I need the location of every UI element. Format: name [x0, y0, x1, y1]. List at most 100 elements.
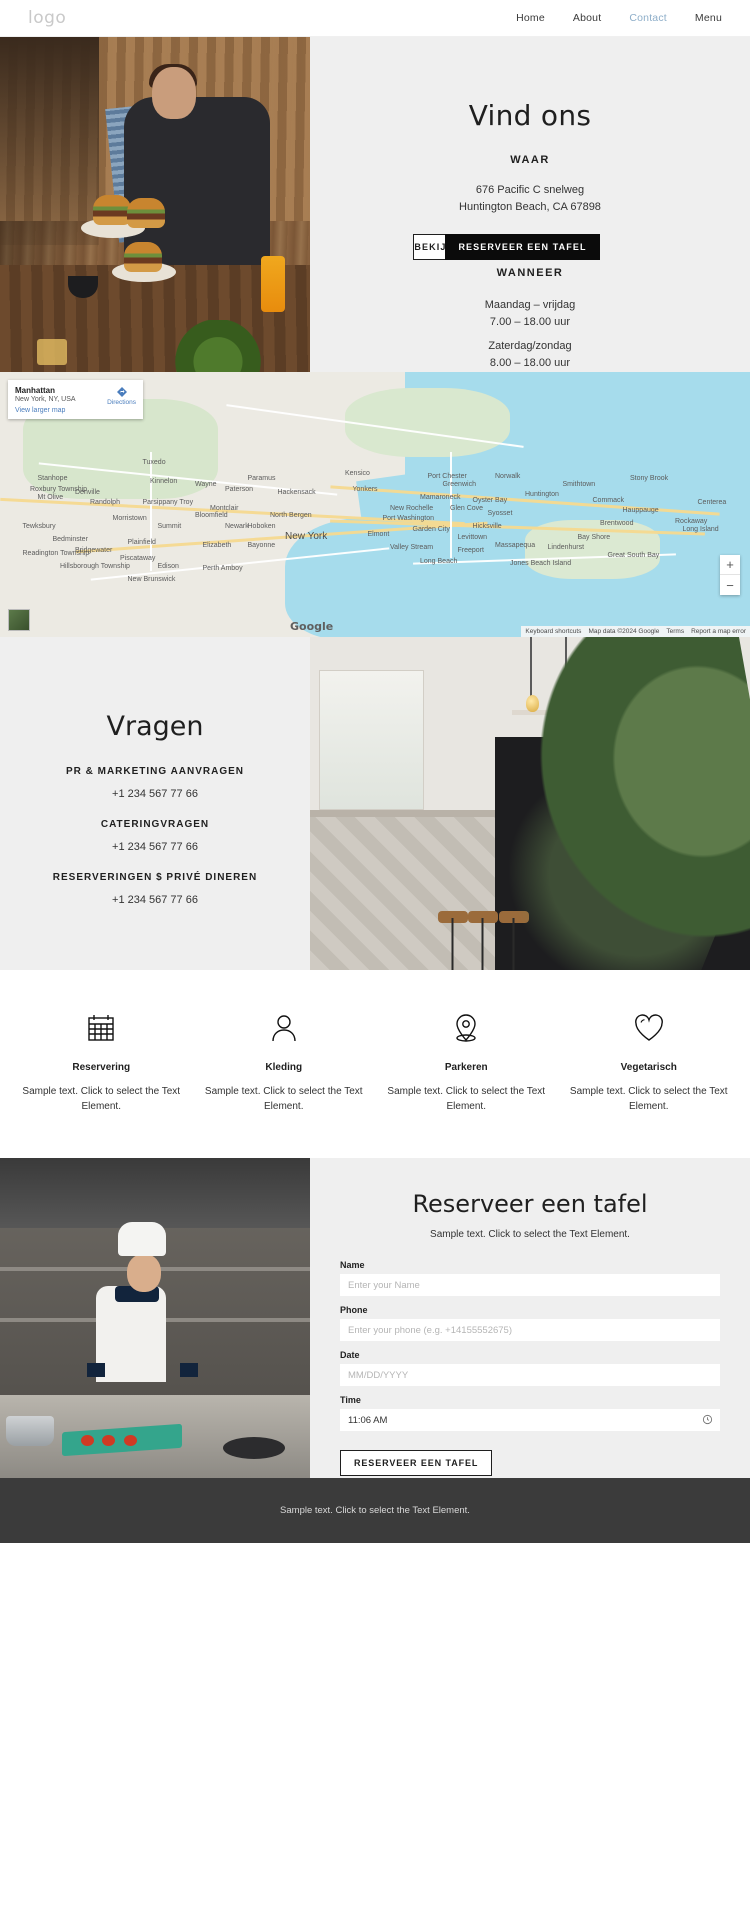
map-place-label: Newark — [225, 523, 249, 531]
map-place-label: Plainfield — [127, 538, 156, 546]
map-place-label: North Bergen — [270, 512, 312, 520]
date-input[interactable] — [340, 1364, 720, 1386]
nav-item-home[interactable]: Home — [516, 12, 545, 24]
report-error-link[interactable]: Report a map error — [691, 628, 746, 635]
view-larger-map-link[interactable]: View larger map — [15, 407, 76, 414]
features-section: Reservering Sample text. Click to select… — [0, 970, 750, 1158]
feature-kleding: Kleding Sample text. Click to select the… — [193, 1006, 376, 1114]
map-place-label: Garden City — [412, 525, 450, 533]
phone-input[interactable] — [340, 1319, 720, 1341]
address-line-2: Huntington Beach, CA 67898 — [459, 201, 601, 213]
map-place-label: Paramus — [247, 475, 276, 483]
map-place-label: Wayne — [195, 480, 217, 488]
map-place-label: Smithtown — [562, 480, 596, 488]
question-label-reservations: RESERVERINGEN $ PRIVÉ DINEREN — [52, 872, 258, 883]
map-place-label: Kinnelon — [150, 478, 178, 485]
when-label: WANNEER — [496, 266, 564, 279]
map-place-label: Montclair — [210, 504, 239, 512]
where-label: WAAR — [510, 154, 550, 166]
map-place-label: Yonkers — [352, 485, 378, 493]
question-phone-pr[interactable]: +1 234 567 77 66 — [112, 788, 198, 800]
directions-button[interactable]: Directions — [107, 386, 136, 414]
map-place-label: Perth Amboy — [202, 565, 243, 573]
location-map[interactable]: Yonkers New Rochelle Huntington Commack Haup… — [0, 372, 750, 637]
map-zoom-out-button[interactable]: − — [720, 575, 740, 595]
directions-icon — [116, 387, 127, 397]
map-place-label: Bloomfield — [195, 512, 228, 520]
terms-link[interactable]: Terms — [666, 628, 684, 635]
find-us-info: Vind ons WAAR 676 Pacific C snelweg Hunt… — [310, 37, 750, 372]
map-place-label: Summit — [157, 523, 182, 531]
nav-item-menu[interactable]: Menu — [695, 12, 722, 24]
hours-weekday-days: Maandag – vrijdag — [484, 298, 576, 311]
reserve-table-button[interactable]: RESERVEER EEN TAFEL — [445, 234, 600, 260]
reservation-form: Reserveer een tafel Sample text. Click t… — [310, 1158, 750, 1478]
map-place-label: Great South Bay — [607, 552, 660, 560]
question-phone-catering[interactable]: +1 234 567 77 66 — [112, 841, 198, 853]
main-navigation: Home About Contact Menu — [516, 12, 722, 24]
map-location-card[interactable]: Manhattan New York, NY, USA View larger … — [8, 380, 143, 419]
map-place-label: Oyster Bay — [472, 496, 508, 504]
map-place-label: Paterson — [225, 485, 254, 493]
map-place-label: Valley Stream — [390, 544, 434, 552]
map-place-label: Port Chester — [427, 472, 467, 480]
map-place-label: Brentwood — [600, 520, 634, 528]
feature-title: Parkeren — [444, 1062, 488, 1073]
feature-title: Kleding — [265, 1062, 303, 1073]
keyboard-shortcuts-link[interactable]: Keyboard shortcuts — [525, 628, 581, 635]
question-phone-reservations[interactable]: +1 234 567 77 66 — [112, 894, 198, 906]
reservation-title: Reserveer een tafel — [412, 1190, 648, 1218]
map-place-label: Hoboken — [247, 523, 276, 531]
address-line-1: 676 Pacific C snelweg — [475, 184, 585, 196]
footer-text: Sample text. Click to select the Text El… — [280, 1505, 470, 1516]
map-place-label: Hauppauge — [622, 507, 659, 515]
question-label-pr: PR & MARKETING AANVRAGEN — [65, 766, 245, 777]
map-place-label: Syosset — [487, 509, 513, 517]
feature-title: Vegetarisch — [620, 1062, 677, 1073]
chef-photo — [0, 1158, 310, 1478]
map-place-label: Commack — [592, 496, 625, 504]
map-place-label: Levittown — [457, 533, 488, 541]
map-place-label: Massapequa — [495, 541, 536, 549]
map-place-label: Randolph — [90, 499, 120, 507]
map-zoom-in-button[interactable]: + — [720, 555, 740, 575]
map-place-label: Jones Beach Island — [510, 560, 572, 568]
hours-weekday: Maandag – vrijdag 7.00 – 18.00 uur — [485, 297, 576, 331]
map-zoom-controls[interactable]: + − — [720, 555, 740, 595]
map-place-label: Huntington — [525, 491, 559, 499]
map-place-label: Morristown — [112, 515, 147, 523]
field-time: Time — [340, 1395, 720, 1431]
site-logo[interactable]: logo — [28, 8, 66, 28]
map-place-label: Mamaroneck — [420, 493, 461, 501]
feature-parkeren: Parkeren Sample text. Click to select th… — [375, 1006, 558, 1114]
hours-weekend-days: Zaterdag/zondag — [488, 340, 572, 352]
hours-weekday-time: 7.00 – 18.00 uur — [489, 315, 571, 328]
map-place-label: Rockaway — [675, 517, 708, 525]
map-place-label: Long Beach — [420, 557, 458, 565]
map-place-label: Kensico — [345, 470, 370, 478]
map-street-view-thumb[interactable] — [8, 609, 30, 631]
reservation-section: Reserveer een tafel Sample text. Click t… — [0, 1158, 750, 1478]
name-input[interactable] — [340, 1274, 720, 1296]
submit-reservation-button[interactable]: RESERVEER EEN TAFEL — [340, 1450, 493, 1476]
questions-info: Vragen PR & MARKETING AANVRAGEN +1 234 5… — [0, 637, 310, 970]
calendar-icon — [85, 1006, 117, 1050]
map-place-label: Glen Cove — [450, 504, 484, 512]
field-phone: Phone — [340, 1305, 720, 1341]
map-place-label: Bay Shore — [577, 533, 611, 541]
map-place-label: Readington Township — [22, 549, 90, 557]
map-place-label: Bedminster — [52, 536, 88, 544]
time-input[interactable] — [340, 1409, 720, 1431]
nav-item-about[interactable]: About — [573, 12, 601, 24]
site-footer: Sample text. Click to select the Text El… — [0, 1478, 750, 1543]
feature-reservering: Reservering Sample text. Click to select… — [10, 1006, 193, 1114]
map-card-title: Manhattan — [15, 386, 55, 395]
map-place-label: Port Washington — [382, 515, 435, 523]
map-place-label: Bayonne — [247, 541, 276, 549]
map-place-label: New Rochelle — [390, 504, 434, 512]
field-date: Date — [340, 1350, 720, 1386]
nav-item-contact[interactable]: Contact — [629, 12, 667, 24]
cafe-interior-photo — [310, 637, 750, 970]
map-place-label: Tuxedo — [142, 459, 166, 467]
map-place-label: Mt Olive — [37, 493, 64, 501]
